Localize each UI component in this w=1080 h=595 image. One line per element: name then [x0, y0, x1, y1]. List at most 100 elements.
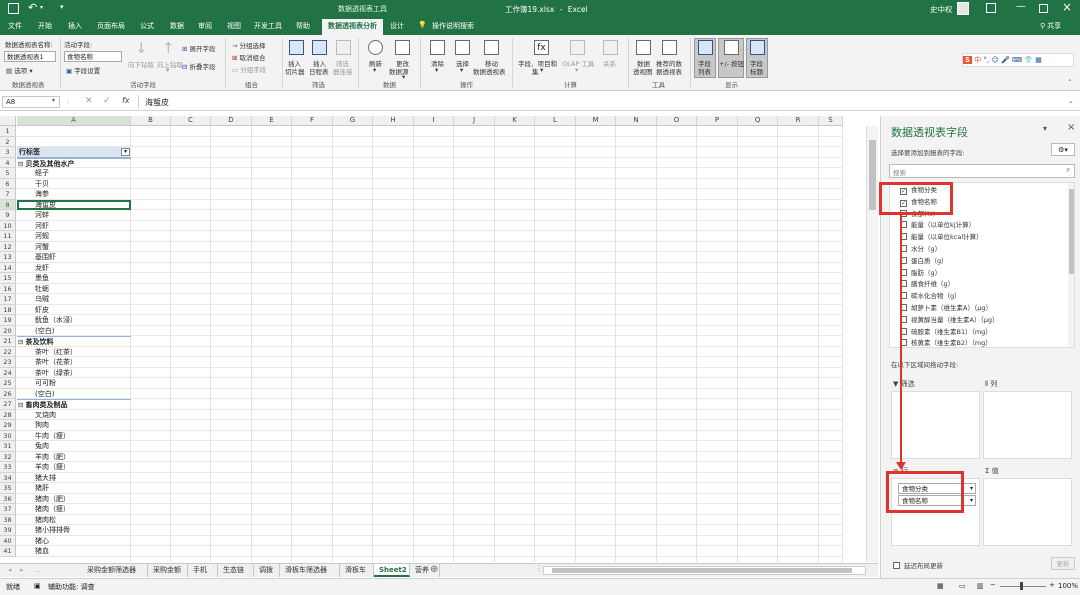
row-header[interactable]: 13 — [0, 252, 16, 263]
expand-formula-bar-icon[interactable]: ⌄ — [1068, 97, 1074, 105]
vertical-scrollbar[interactable] — [866, 126, 878, 562]
row-header[interactable]: 33 — [0, 462, 16, 473]
filter-dropdown-icon[interactable]: ▾ — [121, 148, 130, 156]
pivot-item-row[interactable]: 可可粉 — [17, 378, 131, 389]
horizontal-scrollbar[interactable] — [543, 566, 866, 575]
ime-chinese-icon[interactable]: 中 — [974, 56, 981, 64]
column-header[interactable]: K — [495, 116, 535, 126]
field-settings-button[interactable]: ▣ 字段设置 — [66, 65, 100, 75]
minimize-button[interactable]: — — [1016, 1, 1026, 12]
gear-icon[interactable]: ⚙▾ — [1051, 143, 1075, 156]
save-icon[interactable] — [8, 3, 19, 14]
tab-design[interactable]: 设计 — [390, 21, 404, 31]
tell-me-search[interactable]: 操作说明搜索 — [432, 21, 474, 31]
column-header[interactable]: R — [778, 116, 819, 126]
column-header[interactable]: Q — [738, 116, 778, 126]
field-list-item[interactable]: 蛋白质（g） — [900, 256, 948, 267]
field-list-item[interactable]: 核黄素（维生素B2）（mg） — [900, 338, 992, 347]
values-drop-area[interactable] — [983, 478, 1072, 546]
pivot-name-input[interactable]: 数据透视表1 — [4, 51, 56, 62]
row-header[interactable]: 10 — [0, 220, 16, 231]
pivot-item-row[interactable]: 河蚌 — [17, 210, 131, 221]
collapse-icon[interactable]: ⊟ — [18, 160, 23, 168]
pivot-item-row[interactable]: 乌贼 — [17, 294, 131, 305]
drill-down-button[interactable]: 向下钻取 — [128, 59, 154, 69]
zoom-slider-thumb[interactable] — [1020, 582, 1023, 590]
pivot-item-row[interactable]: 茶叶（红茶） — [17, 347, 131, 358]
formula-input[interactable]: 海蜇皮 — [145, 97, 169, 108]
insert-slicer-label-2[interactable]: 切片器 — [285, 66, 305, 76]
pivot-item-row[interactable]: 基围虾 — [17, 252, 131, 263]
field-list-item[interactable]: 能量（以单位kj计算） — [900, 220, 975, 231]
column-header[interactable]: C — [171, 116, 211, 126]
ime-voice-icon[interactable]: 🎤 — [1001, 56, 1010, 64]
pivot-item-row[interactable]: 猪血 — [17, 546, 131, 557]
filter-drop-area[interactable] — [891, 391, 980, 459]
column-header[interactable]: J — [454, 116, 495, 126]
tab-home[interactable]: 开始 — [38, 21, 52, 31]
pivot-item-row[interactable]: 羊肉（肥） — [17, 452, 131, 463]
pivot-item-row[interactable]: (空白) — [17, 326, 131, 337]
pivot-item-row[interactable]: 猪肉松 — [17, 515, 131, 526]
ime-skin-icon[interactable]: 👕 — [1024, 56, 1033, 64]
field-list-item[interactable]: 脂肪（g） — [900, 268, 941, 279]
cancel-formula-icon[interactable]: ✕ — [85, 96, 93, 106]
row-header[interactable]: 37 — [0, 504, 16, 515]
tab-split-handle[interactable]: ⋮ — [535, 564, 543, 573]
field-list-scrollbar[interactable] — [1068, 183, 1074, 347]
insert-function-icon[interactable]: fx — [122, 96, 130, 105]
zoom-in-icon[interactable]: + — [1049, 581, 1055, 589]
pivot-item-row[interactable]: 猪肉（瘦） — [17, 504, 131, 515]
pivot-item-row[interactable]: (空白) — [17, 389, 131, 400]
row-header[interactable]: 34 — [0, 472, 16, 483]
row-header[interactable]: 19 — [0, 315, 16, 326]
row-header[interactable]: 36 — [0, 493, 16, 504]
ime-punct-icon[interactable]: °, — [984, 56, 990, 64]
row-header[interactable]: 3 — [0, 147, 16, 158]
relationships-button[interactable]: 关系 — [603, 58, 616, 68]
pivot-item-row[interactable]: 蛏子 — [17, 168, 131, 179]
pane-close-icon[interactable]: × — [1067, 122, 1075, 133]
normal-view-icon[interactable]: ▦ — [937, 582, 944, 590]
row-header[interactable]: 25 — [0, 378, 16, 389]
expand-field-button[interactable]: ⊞ 展开字段 — [182, 43, 216, 53]
pivot-item-row[interactable]: 茶叶（绿茶） — [17, 368, 131, 379]
row-header[interactable]: 6 — [0, 178, 16, 189]
field-search-box[interactable]: 搜索 ⌕ — [889, 164, 1075, 178]
pivot-item-row[interactable]: 龙虾 — [17, 263, 131, 274]
vertical-scroll-thumb[interactable] — [869, 140, 876, 210]
column-header[interactable]: E — [252, 116, 292, 126]
column-header[interactable]: F — [292, 116, 333, 126]
row-header[interactable]: 4 — [0, 157, 16, 168]
defer-update-checkbox[interactable] — [893, 562, 900, 569]
row-header[interactable]: 21 — [0, 336, 16, 347]
row-header[interactable]: 29 — [0, 420, 16, 431]
chip-dropdown-icon[interactable]: ▾ — [970, 496, 973, 506]
selected-cell[interactable]: 海蜇皮 — [17, 199, 131, 210]
field-list-scroll-thumb[interactable] — [1069, 189, 1074, 274]
select-all-corner[interactable] — [0, 116, 16, 126]
macro-record-icon[interactable]: ▣ — [34, 582, 41, 590]
column-header[interactable]: D — [211, 116, 252, 126]
pivot-item-row[interactable]: 牡蛎 — [17, 284, 131, 295]
page-layout-view-icon[interactable]: ▭ — [959, 582, 966, 590]
pivot-chart-label-2[interactable]: 透视图 — [633, 66, 653, 76]
pivot-item-row[interactable]: 墨鱼 — [17, 273, 131, 284]
pivot-item-row[interactable]: 海参 — [17, 189, 131, 200]
row-header[interactable]: 12 — [0, 241, 16, 252]
group-field-button[interactable]: ▭ 分组字段 — [232, 64, 266, 74]
tab-pivot-analyze[interactable]: 数据透视表分析 — [322, 19, 383, 35]
row-header[interactable]: 38 — [0, 514, 16, 525]
collapse-icon[interactable]: ⊟ — [18, 338, 23, 346]
worksheet-grid[interactable]: ABCDEFGHIJKLMNOPQRS 1 2 3 行标签 ▾ 4 ⊟ 贝类及其他水产 5 蛏子 6… — [0, 116, 878, 562]
update-button[interactable]: 更新 — [1051, 557, 1075, 570]
tab-formulas[interactable]: 公式 — [140, 21, 154, 31]
pivot-group-row[interactable]: ⊟ 贝类及其他水产 — [17, 157, 131, 169]
row-header[interactable]: 31 — [0, 441, 16, 452]
row-header[interactable]: 5 — [0, 168, 16, 179]
name-box-dropdown-icon[interactable]: ▾ — [52, 97, 55, 104]
pivot-item-row[interactable]: 虾皮 — [17, 305, 131, 316]
group-selection-button[interactable]: → 分组选择 — [232, 40, 266, 50]
scroll-left-icon[interactable]: ◂ — [8, 566, 12, 574]
collapse-icon[interactable]: ⊟ — [18, 401, 23, 409]
